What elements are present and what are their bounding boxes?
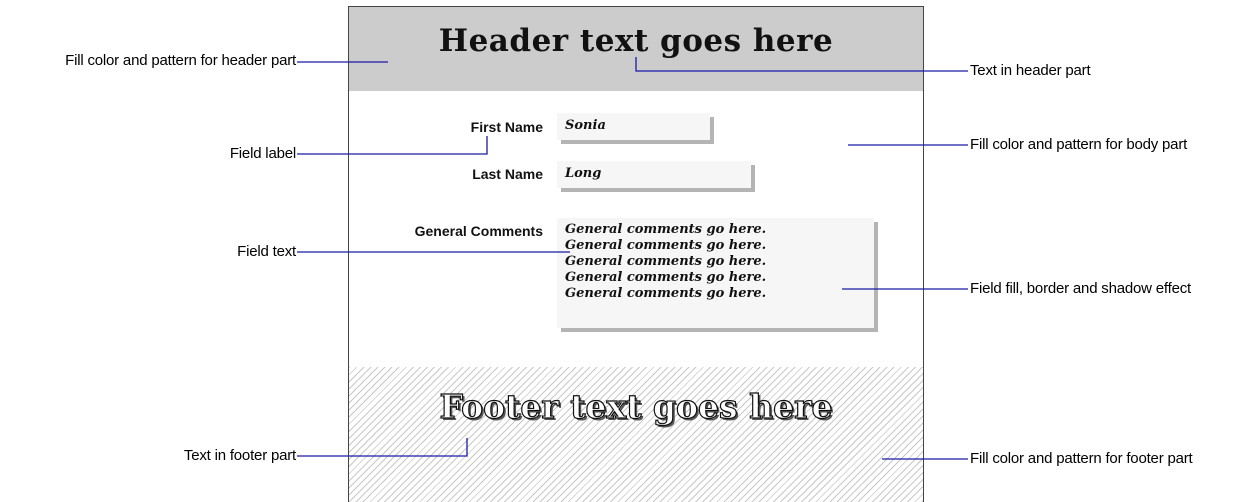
leader-header-text bbox=[635, 57, 968, 72]
callout-field-effect: Field fill, border and shadow effect bbox=[970, 280, 1191, 297]
callout-footer-text: Text in footer part bbox=[183, 447, 296, 464]
leader-footer-text bbox=[297, 438, 468, 457]
callout-header-text: Text in header part bbox=[970, 62, 1091, 79]
leader-field-label bbox=[297, 136, 488, 155]
callout-footer-fill: Fill color and pattern for footer part bbox=[970, 450, 1193, 467]
callout-header-fill: Fill color and pattern for header part bbox=[65, 52, 296, 69]
callout-field-text: Field text bbox=[237, 243, 296, 260]
callout-field-label: Field label bbox=[229, 145, 296, 162]
callout-body-fill: Fill color and pattern for body part bbox=[970, 136, 1188, 153]
